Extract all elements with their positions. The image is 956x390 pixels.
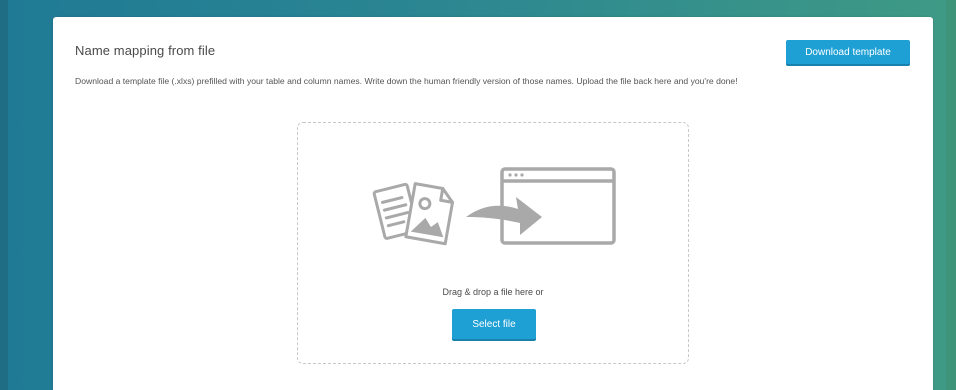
file-dropzone[interactable]: Drag & drop a file here or Select file [297,122,689,364]
dropzone-prompt: Drag & drop a file here or [442,287,544,297]
name-mapping-panel: Name mapping from file Download template… [53,17,933,390]
background-left-edge [0,0,8,390]
arrow-right-icon [466,197,542,235]
document-image-icon [372,182,455,246]
upload-illustration [372,167,616,246]
panel-description: Download a template file (.xlxs) prefill… [75,76,738,86]
background-right-edge [946,0,956,390]
download-template-button[interactable]: Download template [786,40,910,64]
select-file-button[interactable]: Select file [452,309,536,339]
panel-title: Name mapping from file [75,43,216,58]
